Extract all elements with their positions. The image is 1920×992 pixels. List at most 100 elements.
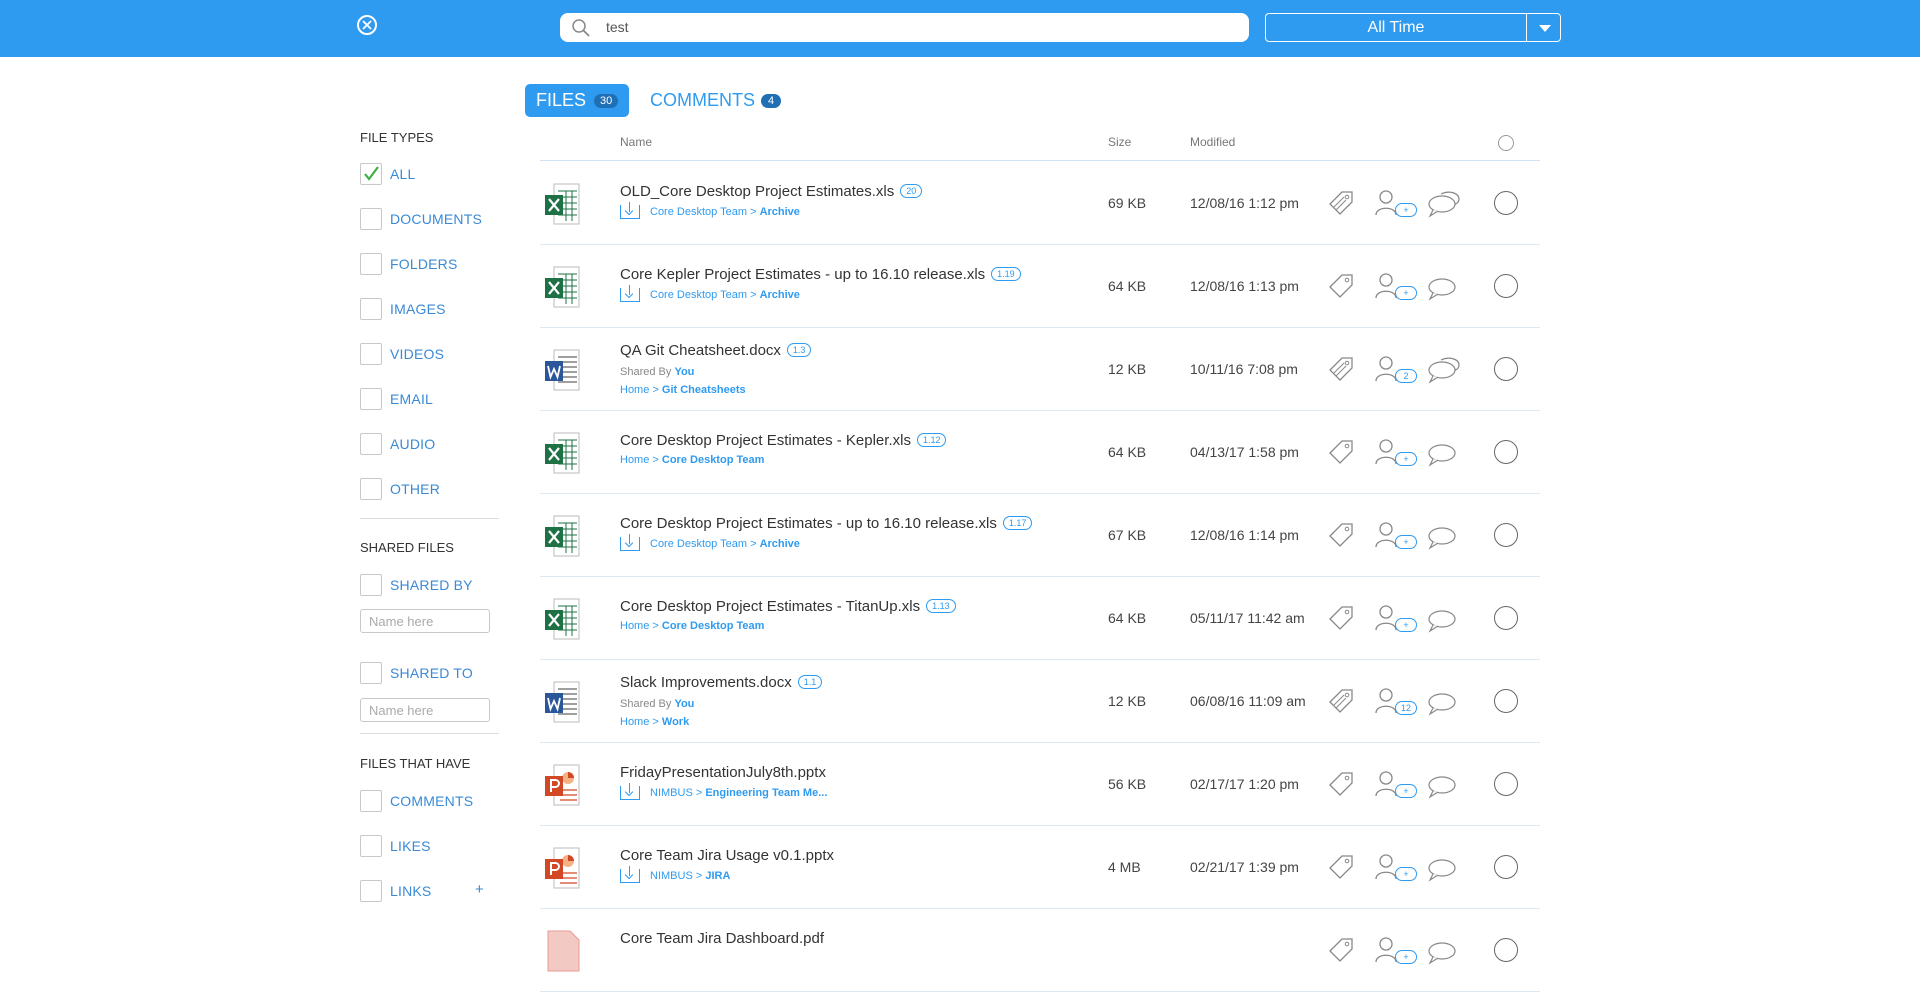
filter-all[interactable]: ALL xyxy=(360,162,416,186)
select-row-radio[interactable] xyxy=(1494,440,1518,464)
filter-links[interactable]: LINKS xyxy=(360,879,431,903)
select-row-radio[interactable] xyxy=(1494,191,1518,215)
tag-button[interactable] xyxy=(1326,271,1356,306)
location-parent[interactable]: Core Desktop Team xyxy=(650,289,747,301)
version-badge[interactable]: 1.17 xyxy=(1002,516,1033,530)
comment-button[interactable] xyxy=(1427,854,1461,887)
shared-to-name-input[interactable] xyxy=(360,698,490,722)
share-button[interactable]: + xyxy=(1375,604,1419,634)
location-parent[interactable]: Core Desktop Team xyxy=(650,206,747,218)
download-icon[interactable] xyxy=(620,202,640,219)
checkbox[interactable] xyxy=(360,343,382,365)
select-row-radio[interactable] xyxy=(1494,606,1518,630)
location-folder[interactable]: Work xyxy=(662,716,689,728)
share-button[interactable]: 2 xyxy=(1375,355,1419,385)
column-header-size[interactable]: Size xyxy=(1108,135,1131,149)
location-folder[interactable]: Archive xyxy=(760,206,800,218)
filter-audio[interactable]: AUDIO xyxy=(360,432,435,456)
checkbox[interactable] xyxy=(360,880,382,902)
version-badge[interactable]: 1.12 xyxy=(916,433,947,447)
version-badge[interactable]: 20 xyxy=(900,184,923,198)
checkbox[interactable] xyxy=(360,433,382,455)
checkbox[interactable] xyxy=(360,388,382,410)
tag-button[interactable] xyxy=(1326,852,1356,887)
file-name-link[interactable]: Core Desktop Project Estimates - Kepler.… xyxy=(620,432,947,449)
select-row-radio[interactable] xyxy=(1494,274,1518,298)
location-folder[interactable]: Engineering Team Me... xyxy=(705,787,827,799)
file-name-link[interactable]: Core Team Jira Dashboard.pdf xyxy=(620,930,824,947)
file-row[interactable]: Core Desktop Project Estimates - Kepler.… xyxy=(540,411,1540,494)
filter-folders[interactable]: FOLDERS xyxy=(360,252,458,276)
location-parent[interactable]: Home xyxy=(620,454,649,466)
file-row[interactable]: Core Desktop Project Estimates - up to 1… xyxy=(540,494,1540,577)
filter-other[interactable]: OTHER xyxy=(360,477,440,501)
version-badge[interactable]: 1.19 xyxy=(991,267,1021,281)
column-header-name[interactable]: Name xyxy=(620,135,652,149)
location-parent[interactable]: Core Desktop Team xyxy=(650,538,747,550)
location-folder[interactable]: JIRA xyxy=(705,870,730,882)
chevron-down-icon[interactable] xyxy=(1539,25,1551,32)
checkbox[interactable] xyxy=(360,253,382,275)
filter-shared-by[interactable]: SHARED BY xyxy=(360,573,473,597)
checkbox[interactable] xyxy=(360,662,382,684)
tag-button[interactable] xyxy=(1326,437,1356,472)
comment-button[interactable] xyxy=(1427,273,1461,306)
close-search-button[interactable] xyxy=(357,15,377,35)
select-row-radio[interactable] xyxy=(1494,523,1518,547)
column-header-modified[interactable]: Modified xyxy=(1190,135,1235,149)
download-icon[interactable] xyxy=(620,866,640,883)
location-parent[interactable]: Home xyxy=(620,620,649,632)
file-name-link[interactable]: Core Desktop Project Estimates - TitanUp… xyxy=(620,598,956,615)
location-parent[interactable]: Home xyxy=(620,716,649,728)
checkbox[interactable] xyxy=(360,835,382,857)
location-folder[interactable]: Git Cheatsheets xyxy=(662,384,746,396)
time-filter-select[interactable]: All Time xyxy=(1265,13,1561,42)
select-row-radio[interactable] xyxy=(1494,689,1518,713)
shared-by-user[interactable]: You xyxy=(674,366,694,378)
tag-button[interactable] xyxy=(1326,603,1356,638)
tag-button[interactable] xyxy=(1326,686,1356,721)
file-name-link[interactable]: Core Desktop Project Estimates - up to 1… xyxy=(620,515,1033,532)
file-row[interactable]: Core Team Jira Usage v0.1.pptx NIMBUS > J… xyxy=(540,826,1540,909)
location-folder[interactable]: Core Desktop Team xyxy=(662,454,765,466)
select-all-radio[interactable] xyxy=(1498,135,1514,151)
tab-files[interactable]: FILES 30 xyxy=(525,84,629,117)
file-name-link[interactable]: QA Git Cheatsheet.docx 1.3 xyxy=(620,342,812,359)
share-button[interactable]: + xyxy=(1375,189,1419,219)
checkbox[interactable] xyxy=(360,790,382,812)
location-parent[interactable]: NIMBUS xyxy=(650,870,693,882)
filter-email[interactable]: EMAIL xyxy=(360,387,433,411)
download-icon[interactable] xyxy=(620,534,640,551)
filter-likes[interactable]: LIKES xyxy=(360,834,431,858)
select-row-radio[interactable] xyxy=(1494,855,1518,879)
file-row[interactable]: Core Team Jira Dashboard.pdf + xyxy=(540,909,1540,992)
checkbox[interactable] xyxy=(360,478,382,500)
file-row[interactable]: Core Kepler Project Estimates - up to 16… xyxy=(540,245,1540,328)
version-badge[interactable]: 1.13 xyxy=(926,599,956,613)
select-row-radio[interactable] xyxy=(1494,938,1518,962)
version-badge[interactable]: 1.1 xyxy=(797,675,823,689)
share-button[interactable]: + xyxy=(1375,438,1419,468)
filter-videos[interactable]: VIDEOS xyxy=(360,342,444,366)
file-name-link[interactable]: Slack Improvements.docx 1.1 xyxy=(620,674,823,691)
location-folder[interactable]: Archive xyxy=(760,538,800,550)
tag-button[interactable] xyxy=(1326,520,1356,555)
select-row-radio[interactable] xyxy=(1494,772,1518,796)
location-parent[interactable]: Home xyxy=(620,384,649,396)
download-icon[interactable] xyxy=(620,783,640,800)
tag-button[interactable] xyxy=(1326,188,1356,223)
file-name-link[interactable]: Core Kepler Project Estimates - up to 16… xyxy=(620,266,1021,283)
comment-button[interactable] xyxy=(1427,771,1461,804)
checkbox[interactable] xyxy=(360,163,382,185)
comment-button[interactable] xyxy=(1427,356,1461,389)
select-row-radio[interactable] xyxy=(1494,357,1518,381)
share-button[interactable]: + xyxy=(1375,770,1419,800)
comment-button[interactable] xyxy=(1427,522,1461,555)
file-row[interactable]: FridayPresentationJuly8th.pptx NIMBUS > E… xyxy=(540,743,1540,826)
search-box[interactable] xyxy=(560,13,1249,42)
share-button[interactable]: + xyxy=(1375,853,1419,883)
file-name-link[interactable]: FridayPresentationJuly8th.pptx xyxy=(620,764,826,781)
search-input[interactable] xyxy=(604,18,1208,36)
comment-button[interactable] xyxy=(1427,190,1461,223)
version-badge[interactable]: 1.3 xyxy=(786,343,812,357)
